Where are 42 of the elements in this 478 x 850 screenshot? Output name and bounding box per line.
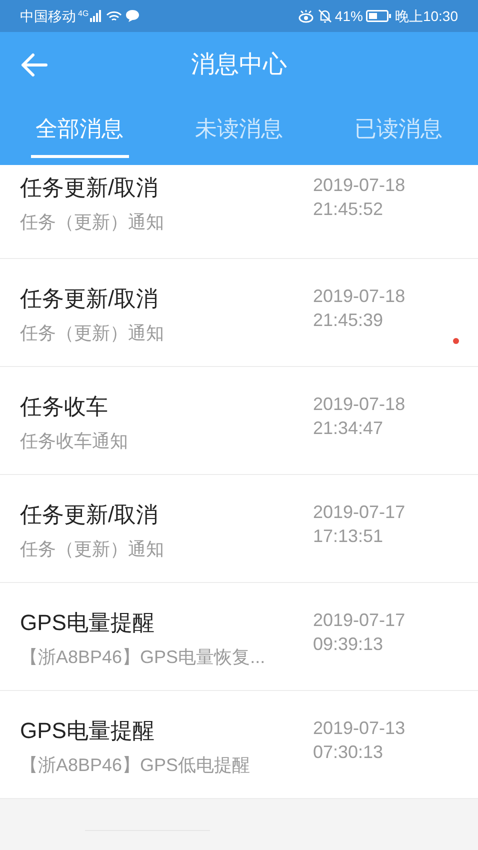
message-title: 任务更新/取消 <box>20 285 160 313</box>
message-time: 09:39:13 <box>313 633 384 656</box>
message-summary: 【浙A8BP46】GPS电量恢复... <box>20 646 266 669</box>
message-row[interactable]: GPS电量提醒 【浙A8BP46】GPS低电提醒 2019-07-13 07:30:13 <box>0 691 478 799</box>
wifi-icon <box>106 10 122 22</box>
message-time: 21:45:52 <box>313 198 384 221</box>
message-summary: 任务（更新）通知 <box>20 211 165 234</box>
message-time: 17:13:51 <box>313 525 384 548</box>
message-time: 21:45:39 <box>313 309 384 332</box>
back-arrow-icon[interactable] <box>20 53 48 77</box>
message-time: 21:34:47 <box>313 417 384 440</box>
message-date: 2019-07-18 <box>313 393 406 416</box>
message-date: 2019-07-17 <box>313 609 406 632</box>
message-row[interactable]: 任务更新/取消 任务（更新）通知 2019-07-18 21:45:52 <box>0 165 478 259</box>
message-title: 任务收车 <box>20 393 109 421</box>
message-summary: 【浙A8BP46】GPS低电提醒 <box>20 754 252 777</box>
bell-off-icon <box>318 9 332 23</box>
message-time: 07:30:13 <box>313 741 384 764</box>
message-title: 任务更新/取消 <box>20 501 160 529</box>
message-row[interactable]: 任务更新/取消 任务（更新）通知 2019-07-18 21:45:39 <box>0 259 478 367</box>
message-title: GPS电量提醒 <box>20 609 156 637</box>
message-summary: 任务（更新）通知 <box>20 538 165 561</box>
message-date: 2019-07-18 <box>313 174 406 197</box>
network-type: 4G <box>78 8 89 20</box>
message-title: GPS电量提醒 <box>20 717 156 745</box>
message-date: 2019-07-17 <box>313 501 406 524</box>
carrier-name: 中国移动 <box>20 6 76 26</box>
message-date: 2019-07-18 <box>313 285 406 308</box>
battery-icon <box>366 10 391 22</box>
eye-icon <box>298 10 314 22</box>
message-date: 2019-07-13 <box>313 717 406 740</box>
battery-percent: 41% <box>334 6 363 26</box>
message-row[interactable]: 任务更新/取消 任务（更新）通知 2019-07-17 17:13:51 <box>0 475 478 583</box>
signal-icon <box>90 10 102 22</box>
page-title: 消息中心 <box>190 50 288 80</box>
message-row[interactable]: GPS电量提醒 【浙A8BP46】GPS电量恢复... 2019-07-17 09:39:13 <box>0 583 478 691</box>
message-row[interactable]: 任务收车 任务收车通知 2019-07-18 21:34:47 <box>0 367 478 475</box>
chat-bubble-icon <box>124 9 140 23</box>
message-title: 任务更新/取消 <box>20 174 160 202</box>
message-summary: 任务（更新）通知 <box>20 322 165 345</box>
message-summary: 任务收车通知 <box>20 430 129 453</box>
clock-time: 晚上10:30 <box>394 6 458 26</box>
